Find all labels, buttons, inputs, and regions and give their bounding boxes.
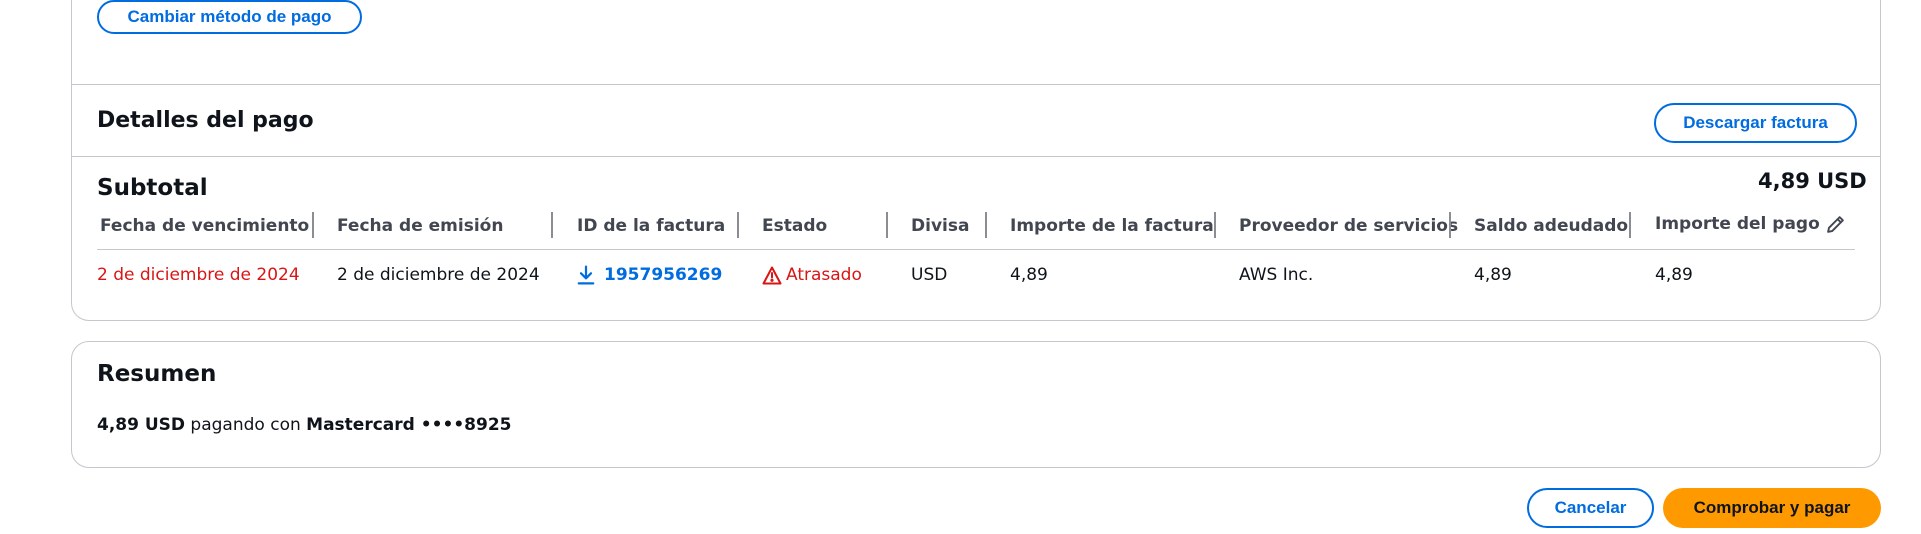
- balance-due-cell: 4,89: [1474, 265, 1512, 285]
- download-invoice-button[interactable]: Descargar factura: [1654, 103, 1857, 143]
- column-header-payment-amount-label: Importe del pago: [1655, 214, 1820, 234]
- column-header-due-date: Fecha de vencimiento: [100, 216, 310, 236]
- column-header-invoice-amount: Importe de la factura: [1010, 216, 1214, 236]
- currency-cell: USD: [911, 265, 948, 285]
- due-date-cell: 2 de diciembre de 2024: [97, 265, 300, 285]
- confirm-and-pay-button[interactable]: Comprobar y pagar: [1663, 488, 1881, 528]
- payment-details-title: Detalles del pago: [97, 108, 314, 133]
- column-separator[interactable]: [1629, 212, 1631, 238]
- column-header-issue-date: Fecha de emisión: [337, 216, 504, 236]
- subtotal-label: Subtotal: [97, 175, 208, 201]
- column-separator[interactable]: [737, 212, 739, 238]
- column-separator[interactable]: [1449, 212, 1451, 238]
- invoice-id-link[interactable]: 1957956269: [577, 264, 722, 286]
- download-icon: [577, 265, 595, 285]
- summary-line: 4,89 USD pagando con Mastercard ••••8925: [97, 415, 512, 435]
- pencil-icon[interactable]: [1826, 215, 1845, 234]
- column-separator[interactable]: [886, 212, 888, 238]
- change-payment-method-button[interactable]: Cambiar método de pago: [97, 0, 362, 34]
- summary-title: Resumen: [97, 361, 217, 387]
- invoice-id-text[interactable]: 1957956269: [604, 264, 722, 286]
- summary-card: Resumen 4,89 USD pagando con Mastercard …: [71, 341, 1881, 468]
- status-text: Atrasado: [786, 265, 862, 285]
- warning-icon: [762, 266, 782, 285]
- column-header-currency: Divisa: [911, 216, 970, 236]
- column-separator[interactable]: [1214, 212, 1216, 238]
- summary-paying-with: pagando con: [185, 415, 307, 435]
- invoice-amount-cell: 4,89: [1010, 265, 1048, 285]
- column-separator[interactable]: [551, 212, 553, 238]
- status-badge: Atrasado: [762, 264, 862, 286]
- column-header-status: Estado: [762, 216, 828, 236]
- summary-card-label: Mastercard ••••8925: [306, 415, 512, 435]
- column-header-balance-due: Saldo adeudado: [1474, 216, 1629, 236]
- summary-amount: 4,89 USD: [97, 415, 186, 435]
- column-separator[interactable]: [312, 212, 314, 238]
- column-header-provider: Proveedor de servicios: [1239, 216, 1459, 236]
- issue-date-cell: 2 de diciembre de 2024: [337, 265, 540, 285]
- divider: [72, 156, 1880, 157]
- table-header-divider: [97, 249, 1855, 250]
- provider-cell: AWS Inc.: [1239, 265, 1314, 285]
- cancel-button[interactable]: Cancelar: [1527, 488, 1654, 528]
- payment-details-card: Cambiar método de pago Detalles del pago…: [71, 0, 1881, 321]
- column-header-invoice-id: ID de la factura: [577, 216, 726, 236]
- column-separator[interactable]: [985, 212, 987, 238]
- divider: [72, 84, 1880, 85]
- payment-amount-cell: 4,89: [1655, 265, 1693, 285]
- subtotal-value: 4,89 USD: [1758, 169, 1867, 193]
- column-header-payment-amount: Importe del pago: [1655, 213, 1845, 235]
